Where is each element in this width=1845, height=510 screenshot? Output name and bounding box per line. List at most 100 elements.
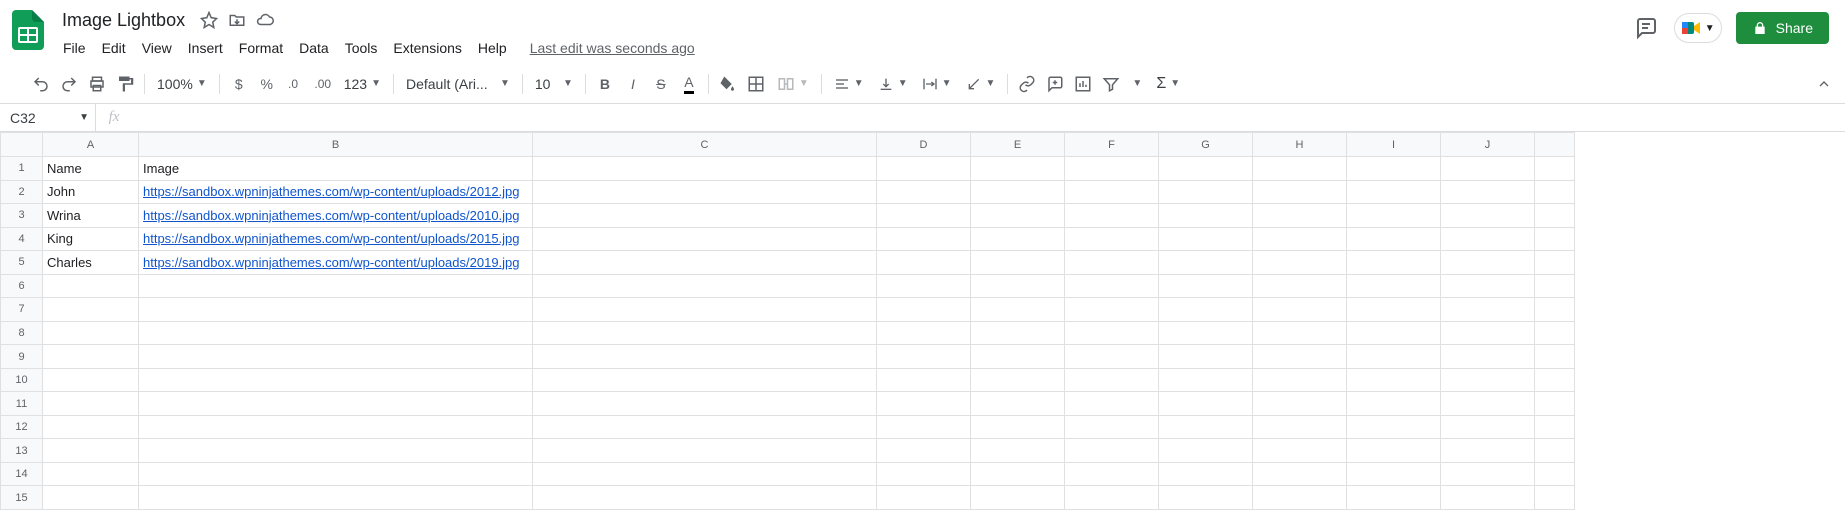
cell-J5[interactable] (1441, 251, 1535, 275)
last-edit-link[interactable]: Last edit was seconds ago (530, 40, 695, 56)
cell-A12[interactable] (43, 415, 139, 439)
col-header-C[interactable]: C (533, 133, 877, 157)
cell-E6[interactable] (971, 274, 1065, 298)
undo-button[interactable] (28, 71, 54, 97)
col-header-B[interactable]: B (139, 133, 533, 157)
col-header-D[interactable]: D (877, 133, 971, 157)
cell-I15[interactable] (1347, 486, 1441, 510)
cell-E11[interactable] (971, 392, 1065, 416)
cell-G6[interactable] (1159, 274, 1253, 298)
cell-C15[interactable] (533, 486, 877, 510)
cell-H9[interactable] (1253, 345, 1347, 369)
cell-E14[interactable] (971, 462, 1065, 486)
cell-I3[interactable] (1347, 204, 1441, 228)
cell-D11[interactable] (877, 392, 971, 416)
wrap-button[interactable]: ▼ (916, 71, 958, 97)
borders-button[interactable] (743, 71, 769, 97)
row-header-13[interactable]: 13 (1, 439, 43, 463)
cell-H3[interactable] (1253, 204, 1347, 228)
cell-D4[interactable] (877, 227, 971, 251)
cell-H5[interactable] (1253, 251, 1347, 275)
cell-H10[interactable] (1253, 368, 1347, 392)
cloud-icon[interactable] (255, 10, 275, 30)
cell-B2[interactable]: https://sandbox.wpninjathemes.com/wp-con… (139, 180, 533, 204)
cell-A7[interactable] (43, 298, 139, 322)
cell-H14[interactable] (1253, 462, 1347, 486)
cell-E5[interactable] (971, 251, 1065, 275)
cell-B12[interactable] (139, 415, 533, 439)
move-icon[interactable] (227, 10, 247, 30)
meet-button[interactable]: ▼ (1674, 13, 1722, 43)
cell-A15[interactable] (43, 486, 139, 510)
cell-I7[interactable] (1347, 298, 1441, 322)
cell-B1[interactable]: Image (139, 157, 533, 181)
cell-C3[interactable] (533, 204, 877, 228)
rotate-button[interactable]: ▼ (960, 71, 1002, 97)
cell-G3[interactable] (1159, 204, 1253, 228)
increase-decimal-button[interactable]: .00 (310, 71, 336, 97)
row-header-12[interactable]: 12 (1, 415, 43, 439)
cell-H12[interactable] (1253, 415, 1347, 439)
cell-H4[interactable] (1253, 227, 1347, 251)
cell-A10[interactable] (43, 368, 139, 392)
zoom-select[interactable]: 100%▼ (151, 71, 213, 97)
cell-J3[interactable] (1441, 204, 1535, 228)
functions-button[interactable]: Σ▼ (1150, 71, 1186, 97)
menu-data[interactable]: Data (292, 36, 336, 60)
cell-D2[interactable] (877, 180, 971, 204)
cell-E2[interactable] (971, 180, 1065, 204)
cell-A1[interactable]: Name (43, 157, 139, 181)
cell-D10[interactable] (877, 368, 971, 392)
cell-J7[interactable] (1441, 298, 1535, 322)
italic-button[interactable]: I (620, 71, 646, 97)
cell-A11[interactable] (43, 392, 139, 416)
fill-color-button[interactable] (715, 71, 741, 97)
cell-E7[interactable] (971, 298, 1065, 322)
formula-input[interactable] (132, 104, 1845, 131)
cell-A13[interactable] (43, 439, 139, 463)
share-button[interactable]: Share (1736, 12, 1829, 44)
merge-button[interactable]: ▼ (771, 71, 815, 97)
cell-J4[interactable] (1441, 227, 1535, 251)
font-select[interactable]: Default (Ari...▼ (400, 71, 516, 97)
cell-B15[interactable] (139, 486, 533, 510)
cell-J1[interactable] (1441, 157, 1535, 181)
cell-F11[interactable] (1065, 392, 1159, 416)
row-header-2[interactable]: 2 (1, 180, 43, 204)
cell-J9[interactable] (1441, 345, 1535, 369)
cell-A8[interactable] (43, 321, 139, 345)
cell-D6[interactable] (877, 274, 971, 298)
cell-D13[interactable] (877, 439, 971, 463)
cell-I8[interactable] (1347, 321, 1441, 345)
cell-D8[interactable] (877, 321, 971, 345)
cell-D1[interactable] (877, 157, 971, 181)
menu-edit[interactable]: Edit (95, 36, 133, 60)
cell-I1[interactable] (1347, 157, 1441, 181)
menu-insert[interactable]: Insert (181, 36, 230, 60)
cell-J12[interactable] (1441, 415, 1535, 439)
menu-extensions[interactable]: Extensions (386, 36, 468, 60)
cell-G4[interactable] (1159, 227, 1253, 251)
cell-F12[interactable] (1065, 415, 1159, 439)
cell-H6[interactable] (1253, 274, 1347, 298)
cell-J8[interactable] (1441, 321, 1535, 345)
number-format-select[interactable]: 123▼ (338, 71, 387, 97)
cell-A6[interactable] (43, 274, 139, 298)
cell-C14[interactable] (533, 462, 877, 486)
cell-D15[interactable] (877, 486, 971, 510)
cell-I10[interactable] (1347, 368, 1441, 392)
cell-I11[interactable] (1347, 392, 1441, 416)
decrease-decimal-button[interactable]: .0 (282, 71, 308, 97)
cell-F1[interactable] (1065, 157, 1159, 181)
cell-I6[interactable] (1347, 274, 1441, 298)
cell-C7[interactable] (533, 298, 877, 322)
cell-extra-8[interactable] (1535, 321, 1575, 345)
cell-J2[interactable] (1441, 180, 1535, 204)
cell-J11[interactable] (1441, 392, 1535, 416)
cell-G7[interactable] (1159, 298, 1253, 322)
cell-extra-1[interactable] (1535, 157, 1575, 181)
cell-E12[interactable] (971, 415, 1065, 439)
cell-G8[interactable] (1159, 321, 1253, 345)
cell-F7[interactable] (1065, 298, 1159, 322)
cell-extra-13[interactable] (1535, 439, 1575, 463)
